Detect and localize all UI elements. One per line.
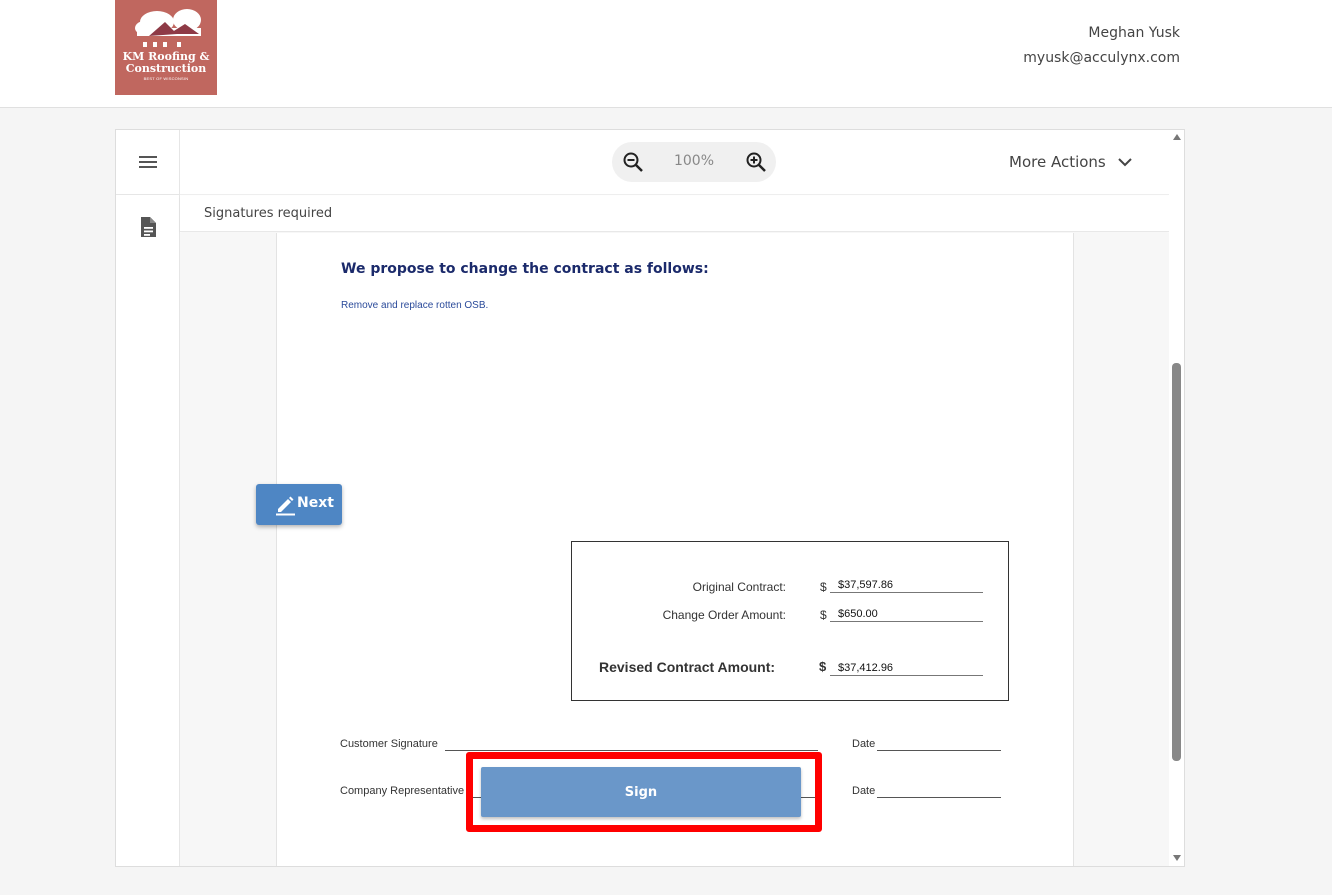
hamburger-menu-icon <box>139 156 157 168</box>
company-representative-label: Company Representative <box>340 785 465 797</box>
change-order-value: $650.00 <box>830 608 983 622</box>
scroll-up-arrow-icon[interactable] <box>1172 133 1182 141</box>
document-page: We propose to change the contract as fol… <box>276 233 1074 866</box>
logo-tagline: BEST OF WISCONSIN <box>143 76 189 81</box>
viewer-toolbar: 100% More Actions <box>180 130 1169 195</box>
proposal-title: We propose to change the contract as fol… <box>341 261 709 277</box>
chevron-down-icon <box>1118 158 1132 167</box>
revised-contract-currency: $ <box>819 659 827 674</box>
logo-house-icon <box>135 9 201 47</box>
customer-signature-line <box>445 750 818 751</box>
menu-button[interactable] <box>116 130 180 195</box>
original-contract-currency: $ <box>820 580 827 594</box>
signatures-required-label: Signatures required <box>204 206 333 221</box>
next-button[interactable]: Next <box>256 484 342 525</box>
revised-contract-label: Revised Contract Amount: <box>599 659 776 675</box>
totals-box: Original Contract: $ $37,597.86 Change O… <box>571 541 1009 701</box>
document-icon <box>141 217 156 237</box>
left-rail <box>116 130 180 866</box>
document-button[interactable] <box>138 216 158 243</box>
customer-signature-label: Customer Signature <box>340 738 438 750</box>
app-header: KM Roofing & Construction BEST OF WISCON… <box>0 0 1332 108</box>
revised-contract-value: $37,412.96 <box>830 662 983 676</box>
vertical-scrollbar[interactable] <box>1169 130 1184 866</box>
more-actions-label: More Actions <box>1009 153 1106 171</box>
original-contract-value: $37,597.86 <box>830 579 983 593</box>
scrollbar-thumb[interactable] <box>1172 363 1181 761</box>
sign-button[interactable]: Sign <box>481 767 801 817</box>
proposal-body: Remove and replace rotten OSB. <box>341 300 489 311</box>
document-viewer: 100% More Actions Signatures required We… <box>115 129 1185 867</box>
customer-date-label: Date <box>852 738 876 750</box>
company-date-line <box>877 797 1001 798</box>
user-email: myusk@acculynx.com <box>1023 50 1180 66</box>
change-order-currency: $ <box>820 608 827 622</box>
next-label: Next <box>297 495 334 511</box>
signatures-required-bar: Signatures required <box>180 196 1169 232</box>
zoom-out-icon[interactable] <box>622 151 644 173</box>
company-date-label: Date <box>852 785 876 797</box>
document-area: We propose to change the contract as fol… <box>180 233 1169 866</box>
scroll-down-arrow-icon[interactable] <box>1172 854 1182 862</box>
change-order-label: Change Order Amount: <box>662 608 786 622</box>
zoom-level: 100% <box>673 153 715 169</box>
original-contract-label: Original Contract: <box>692 580 786 594</box>
logo-text-line2: Construction <box>125 62 207 75</box>
customer-date-line <box>877 750 1001 751</box>
pencil-icon <box>276 496 295 516</box>
company-logo: KM Roofing & Construction BEST OF WISCON… <box>115 0 217 95</box>
zoom-controls: 100% <box>612 142 776 182</box>
more-actions-dropdown[interactable]: More Actions <box>1009 150 1169 176</box>
zoom-in-icon[interactable] <box>745 151 767 173</box>
user-name: Meghan Yusk <box>1088 25 1180 41</box>
